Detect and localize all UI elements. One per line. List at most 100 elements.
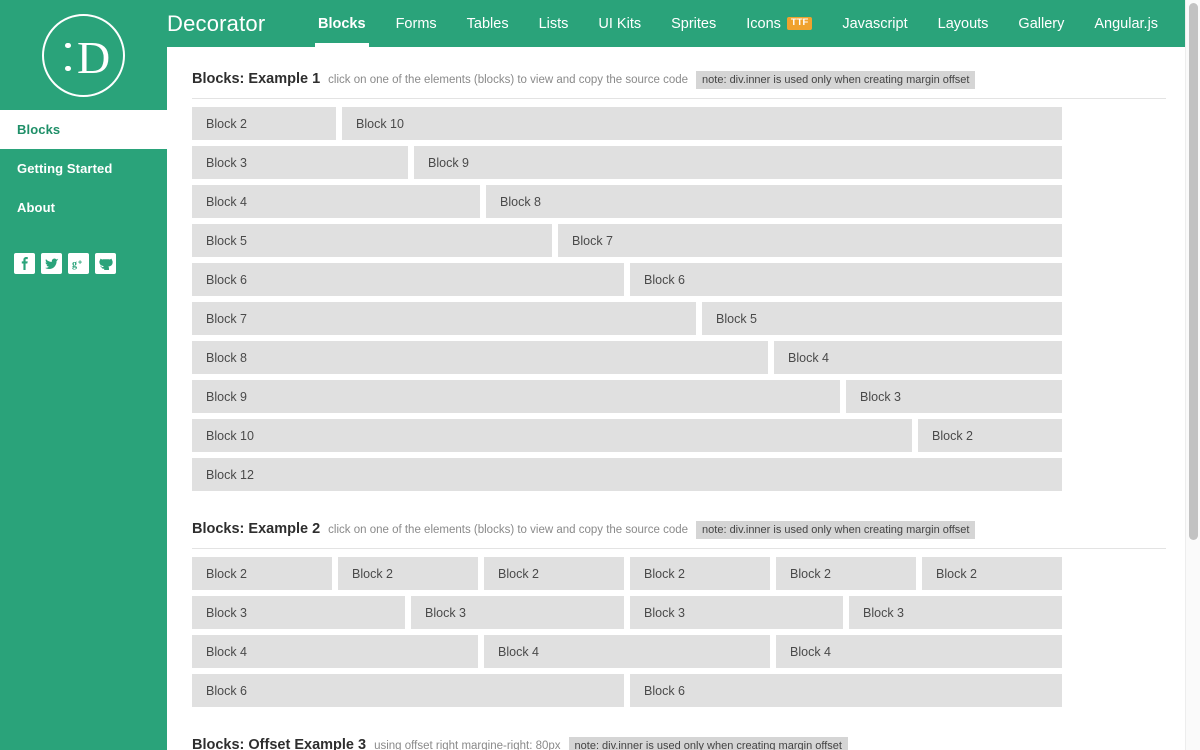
block[interactable]: Block 3: [630, 596, 843, 629]
block[interactable]: Block 3: [192, 146, 408, 179]
block[interactable]: Block 2: [776, 557, 916, 590]
block[interactable]: Block 2: [484, 557, 624, 590]
block[interactable]: Block 9: [414, 146, 1062, 179]
section-title: Blocks: Example 2: [192, 521, 321, 537]
logo-dot-upper: [65, 42, 71, 48]
nav-item-forms[interactable]: Forms: [381, 0, 452, 47]
nav-item-label: Layouts: [937, 15, 989, 32]
nav-item-icons[interactable]: Icons TTF: [731, 0, 827, 47]
section-divider: [192, 98, 1166, 99]
block[interactable]: Block 2: [338, 557, 478, 590]
block-row: Block 9 Block 3: [192, 380, 1062, 413]
block-row: Block 10 Block 2: [192, 419, 1062, 452]
block-row: Block 12: [192, 458, 1062, 491]
top-bar: Decorator Blocks Forms Tables Lists UI Kits S…: [167, 0, 1200, 47]
section-subtitle: click on one of the elements (blocks) to…: [328, 524, 689, 536]
nav-item-tables[interactable]: Tables: [452, 0, 524, 47]
block[interactable]: Block 6: [630, 674, 1062, 707]
block-row: Block 3 Block 9: [192, 146, 1062, 179]
sidebar: D Blocks Getting Started About g +: [0, 0, 167, 750]
nav-item-sprites[interactable]: Sprites: [656, 0, 731, 47]
block[interactable]: Block 10: [342, 107, 1062, 140]
nav-item-label: Lists: [538, 15, 569, 32]
section-title: Blocks: Example 1: [192, 71, 321, 87]
nav-item-label: Tables: [466, 15, 509, 32]
section-header: Blocks: Example 1 click on one of the ele…: [192, 47, 1166, 98]
block[interactable]: Block 2: [918, 419, 1062, 452]
sidebar-item-label: Getting Started: [17, 161, 113, 176]
nav-item-ui-kits[interactable]: UI Kits: [583, 0, 656, 47]
block[interactable]: Block 4: [484, 635, 770, 668]
main-content: Blocks: Example 1 click on one of the ele…: [167, 47, 1191, 750]
nav-item-label: UI Kits: [598, 15, 642, 32]
svg-text:+: +: [78, 260, 82, 267]
section-note: note: div.inner is used only when creati…: [696, 521, 976, 539]
block[interactable]: Block 10: [192, 419, 912, 452]
sidebar-item-getting-started[interactable]: Getting Started: [0, 149, 167, 188]
nav-item-angular-js[interactable]: Angular.js: [1079, 0, 1173, 47]
sidebar-item-label: Blocks: [17, 122, 61, 137]
brand-title[interactable]: Decorator: [167, 0, 265, 47]
twitter-icon[interactable]: [41, 253, 62, 274]
section-header: Blocks: Example 2 click on one of the ele…: [192, 497, 1166, 548]
block[interactable]: Block 7: [192, 302, 696, 335]
block[interactable]: Block 5: [192, 224, 552, 257]
logo[interactable]: D: [0, 0, 167, 110]
block-row: Block 4 Block 8: [192, 185, 1062, 218]
nav-item-javascript[interactable]: Javascript: [827, 0, 922, 47]
page-scrollbar[interactable]: [1185, 0, 1200, 750]
block[interactable]: Block 4: [776, 635, 1062, 668]
block[interactable]: Block 6: [192, 263, 624, 296]
github-icon[interactable]: [95, 253, 116, 274]
nav-item-gallery[interactable]: Gallery: [1003, 0, 1079, 47]
block[interactable]: Block 2: [192, 557, 332, 590]
section: Blocks: Example 2 click on one of the ele…: [192, 497, 1166, 707]
logo-dot-lower: [65, 65, 71, 71]
nav-badge-ttf: TTF: [786, 17, 813, 30]
block-row: Block 2 Block 10: [192, 107, 1062, 140]
block[interactable]: Block 5: [702, 302, 1062, 335]
block[interactable]: Block 4: [774, 341, 1062, 374]
block-row: Block 8 Block 4: [192, 341, 1062, 374]
nav-item-label: Blocks: [318, 15, 366, 32]
block[interactable]: Block 2: [192, 107, 336, 140]
section-subtitle: click on one of the elements (blocks) to…: [328, 74, 689, 86]
nav-item-blocks[interactable]: Blocks: [303, 0, 381, 47]
block-row: Block 5 Block 7: [192, 224, 1062, 257]
block[interactable]: Block 8: [486, 185, 1062, 218]
block-row: Block 6 Block 6: [192, 263, 1062, 296]
block[interactable]: Block 7: [558, 224, 1062, 257]
block[interactable]: Block 3: [846, 380, 1062, 413]
nav-item-label: Gallery: [1018, 15, 1065, 32]
nav-item-label: Icons: [746, 15, 781, 32]
google-plus-icon[interactable]: g +: [68, 253, 89, 274]
block[interactable]: Block 9: [192, 380, 840, 413]
nav-item-label: Forms: [395, 15, 437, 32]
block[interactable]: Block 6: [192, 674, 624, 707]
section-note: note: div.inner is used only when creati…: [696, 71, 976, 89]
nav-item-layouts[interactable]: Layouts: [923, 0, 1004, 47]
block[interactable]: Block 2: [630, 557, 770, 590]
nav-item-label: Angular.js: [1094, 15, 1159, 32]
social-links: g +: [0, 227, 167, 274]
block[interactable]: Block 3: [411, 596, 624, 629]
block[interactable]: Block 3: [192, 596, 405, 629]
facebook-icon[interactable]: [14, 253, 35, 274]
block[interactable]: Block 12: [192, 458, 1062, 491]
block[interactable]: Block 6: [630, 263, 1062, 296]
block[interactable]: Block 4: [192, 185, 480, 218]
block-row: Block 6 Block 6: [192, 674, 1062, 707]
sections-container: Blocks: Example 1 click on one of the ele…: [167, 47, 1191, 750]
page-scrollbar-thumb[interactable]: [1189, 3, 1198, 540]
block-row: Block 2 Block 2 Block 2 Block 2 Block 2 Block…: [192, 557, 1062, 590]
smiley-d-logo-icon: D: [42, 13, 125, 97]
block[interactable]: Block 4: [192, 635, 478, 668]
sidebar-nav: Blocks Getting Started About: [0, 110, 167, 227]
nav-item-lists[interactable]: Lists: [524, 0, 584, 47]
block[interactable]: Block 8: [192, 341, 768, 374]
sidebar-item-blocks[interactable]: Blocks: [0, 110, 167, 149]
block[interactable]: Block 3: [849, 596, 1062, 629]
section-divider: [192, 548, 1166, 549]
block[interactable]: Block 2: [922, 557, 1062, 590]
sidebar-item-about[interactable]: About: [0, 188, 167, 227]
